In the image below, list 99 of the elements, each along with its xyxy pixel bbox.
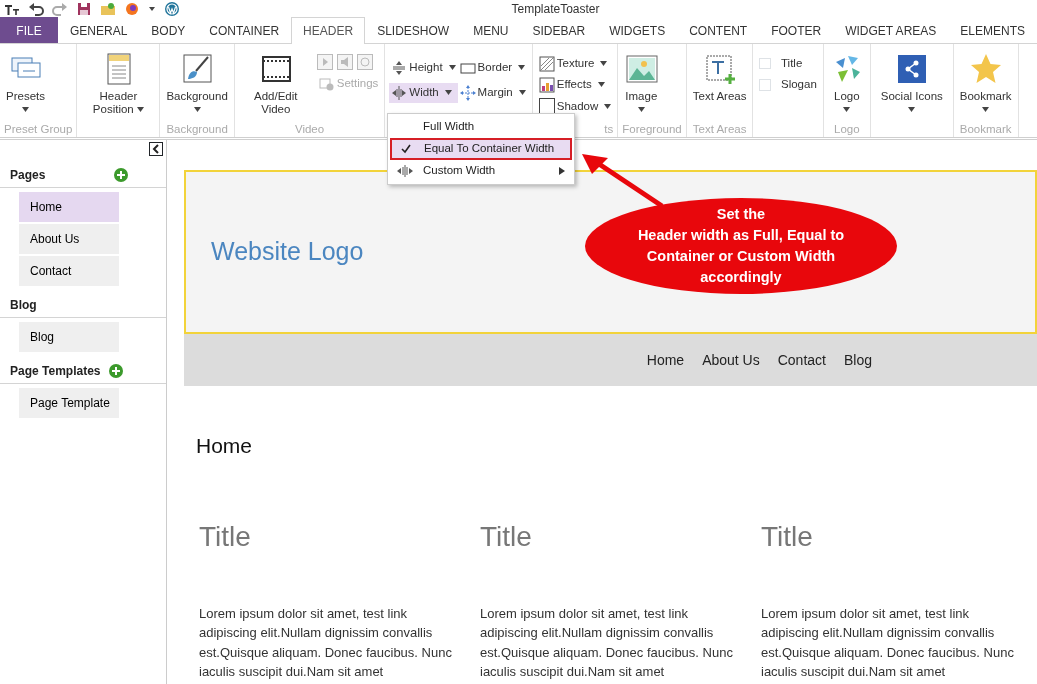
caret-icon[interactable]: [136, 107, 144, 113]
ribbon-button[interactable]: Height: [389, 58, 458, 78]
caret-icon[interactable]: [444, 90, 452, 96]
collapse-button[interactable]: [149, 142, 163, 156]
width-icon: [391, 84, 408, 101]
wordpress-icon[interactable]: [164, 1, 180, 17]
caret-icon[interactable]: [600, 61, 608, 67]
section-title: Pages: [10, 166, 46, 184]
ribbon-tab[interactable]: WIDGET AREAS: [833, 17, 949, 43]
section-title: Page Templates: [10, 362, 101, 380]
ribbon-tab[interactable]: HEADER: [291, 17, 366, 44]
effects-icon: [538, 76, 555, 93]
paintbrush-icon: [180, 52, 215, 86]
checkbox-label: Slogan: [781, 77, 817, 93]
nav-link[interactable]: Home: [646, 349, 685, 371]
folder-icon[interactable]: [100, 1, 116, 17]
ribbon-tab[interactable]: CONTAINER: [197, 17, 292, 43]
group-label: Logo: [833, 122, 861, 137]
save-icon[interactable]: [76, 1, 92, 17]
ribbon-tab[interactable]: WIDGETS: [597, 17, 678, 43]
file-tab[interactable]: FILE: [0, 17, 58, 43]
ribbon-button[interactable]: Logo: [827, 50, 866, 121]
ribbon-button[interactable]: Presets: [4, 50, 47, 121]
ribbon-button[interactable]: Margin: [457, 83, 528, 103]
checkmark-icon: [401, 144, 411, 155]
settings-icon: [318, 75, 335, 92]
ribbon-button[interactable]: Width: [389, 83, 458, 103]
nav-link[interactable]: Contact: [777, 349, 826, 371]
ribbon-tab[interactable]: CONTENT: [677, 17, 760, 43]
ribbon-button[interactable]: Background: [164, 50, 230, 121]
caret-icon[interactable]: [982, 107, 990, 112]
add-icon[interactable]: [113, 166, 130, 183]
caret-icon[interactable]: [448, 65, 456, 71]
ribbon-tab[interactable]: GENERAL: [57, 17, 140, 43]
menu-item[interactable]: Equal To Container Width: [390, 138, 572, 160]
ribbon-tab[interactable]: SIDEBAR: [520, 17, 598, 43]
ribbon-button[interactable]: Texture: [536, 54, 614, 74]
group-label: Foreground: [622, 122, 682, 137]
ribbon-button[interactable]: Effects: [536, 75, 614, 95]
ribbon-button[interactable]: Add/Edit Video: [238, 50, 313, 121]
ribbon-button[interactable]: Shadow: [536, 96, 614, 116]
height-icon: [391, 59, 408, 76]
column-title: Title: [761, 519, 814, 554]
undo-icon[interactable]: [28, 1, 44, 17]
caret-icon[interactable]: [908, 107, 916, 113]
window-title: TemplateToaster: [510, 1, 601, 18]
column-text: Lorem ipsum dolor sit amet, test link adipiscing elit.Nullam dignissim convallis est.Quisque aliquam. Donec faucibus. Nunc iaculis suscipit dui.Nam sit amet: [761, 604, 1015, 681]
group-label: ts: [603, 122, 614, 137]
ribbon-button[interactable]: Bookmark: [957, 50, 1014, 121]
checkbox[interactable]: [759, 79, 771, 91]
menu-item[interactable]: Custom Width: [390, 160, 572, 182]
group-label: Video: [293, 122, 326, 137]
column-title: Title: [480, 519, 533, 554]
page-item[interactable]: Page Template: [19, 388, 119, 418]
column-text: Lorem ipsum dolor sit amet, test link adipiscing elit.Nullam dignissim convallis est.Quisque aliquam. Donec faucibus. Nunc iaculis suscipit dui.Nam sit amet: [480, 604, 734, 681]
checkbox-label: Title: [781, 56, 803, 71]
caret-icon[interactable]: [22, 107, 29, 112]
ribbon-button[interactable]: Header Position: [81, 50, 156, 121]
page-heading: Home: [195, 433, 254, 459]
ribbon-tab[interactable]: SLIDESHOW: [365, 17, 462, 43]
add-icon[interactable]: [108, 362, 125, 379]
menu-item[interactable]: Full Width: [390, 116, 572, 138]
ribbon-tab[interactable]: BODY: [139, 17, 198, 43]
move-icon: [459, 84, 476, 101]
website-logo: Website Logo: [211, 236, 364, 268]
caret-icon[interactable]: [604, 103, 612, 109]
ribbon-button[interactable]: Social Icons: [874, 50, 949, 121]
ribbon-tab[interactable]: ELEMENTS: [948, 17, 1037, 43]
page-item[interactable]: Home: [19, 192, 119, 222]
caret-icon[interactable]: [843, 107, 851, 112]
checkbox[interactable]: [759, 57, 771, 70]
ribbon-tab[interactable]: MENU: [461, 17, 521, 43]
section-title: Blog: [10, 296, 37, 314]
group-label: Background: [165, 122, 229, 137]
page-item[interactable]: Blog: [19, 322, 119, 352]
page-item[interactable]: About Us: [19, 224, 119, 254]
column-text: Lorem ipsum dolor sit amet, test link adipiscing elit.Nullam dignissim convallis est.Quisque aliquam. Donec faucibus. Nunc iaculis suscipit dui.Nam sit amet: [199, 604, 453, 681]
ribbon-tab[interactable]: FOOTER: [759, 17, 834, 43]
chevron-left-icon: [152, 144, 160, 154]
texture-icon: [538, 55, 555, 72]
ribbon-button[interactable]: Image: [622, 50, 661, 121]
nav-link[interactable]: Blog: [843, 349, 872, 371]
image-icon: [624, 52, 659, 86]
caret-icon[interactable]: [518, 90, 526, 96]
nav-link[interactable]: About Us: [702, 349, 760, 371]
width-icon: [397, 165, 413, 178]
group-label: Preset Group: [4, 122, 73, 137]
firefox-icon[interactable]: [124, 1, 140, 17]
page-item[interactable]: Contact: [19, 256, 119, 286]
ribbon-button[interactable]: Border: [457, 58, 528, 78]
caret-icon[interactable]: [193, 107, 201, 112]
group-label: Bookmark: [958, 122, 1013, 137]
caret-icon[interactable]: [518, 65, 526, 71]
caret-icon[interactable]: [637, 107, 645, 112]
column-title: Title: [199, 519, 252, 554]
ribbon-button[interactable]: Text Areas: [690, 50, 749, 121]
submenu-arrow-icon: [559, 167, 565, 175]
group-label: Text Areas: [691, 122, 748, 137]
caret-icon[interactable]: [597, 82, 605, 88]
